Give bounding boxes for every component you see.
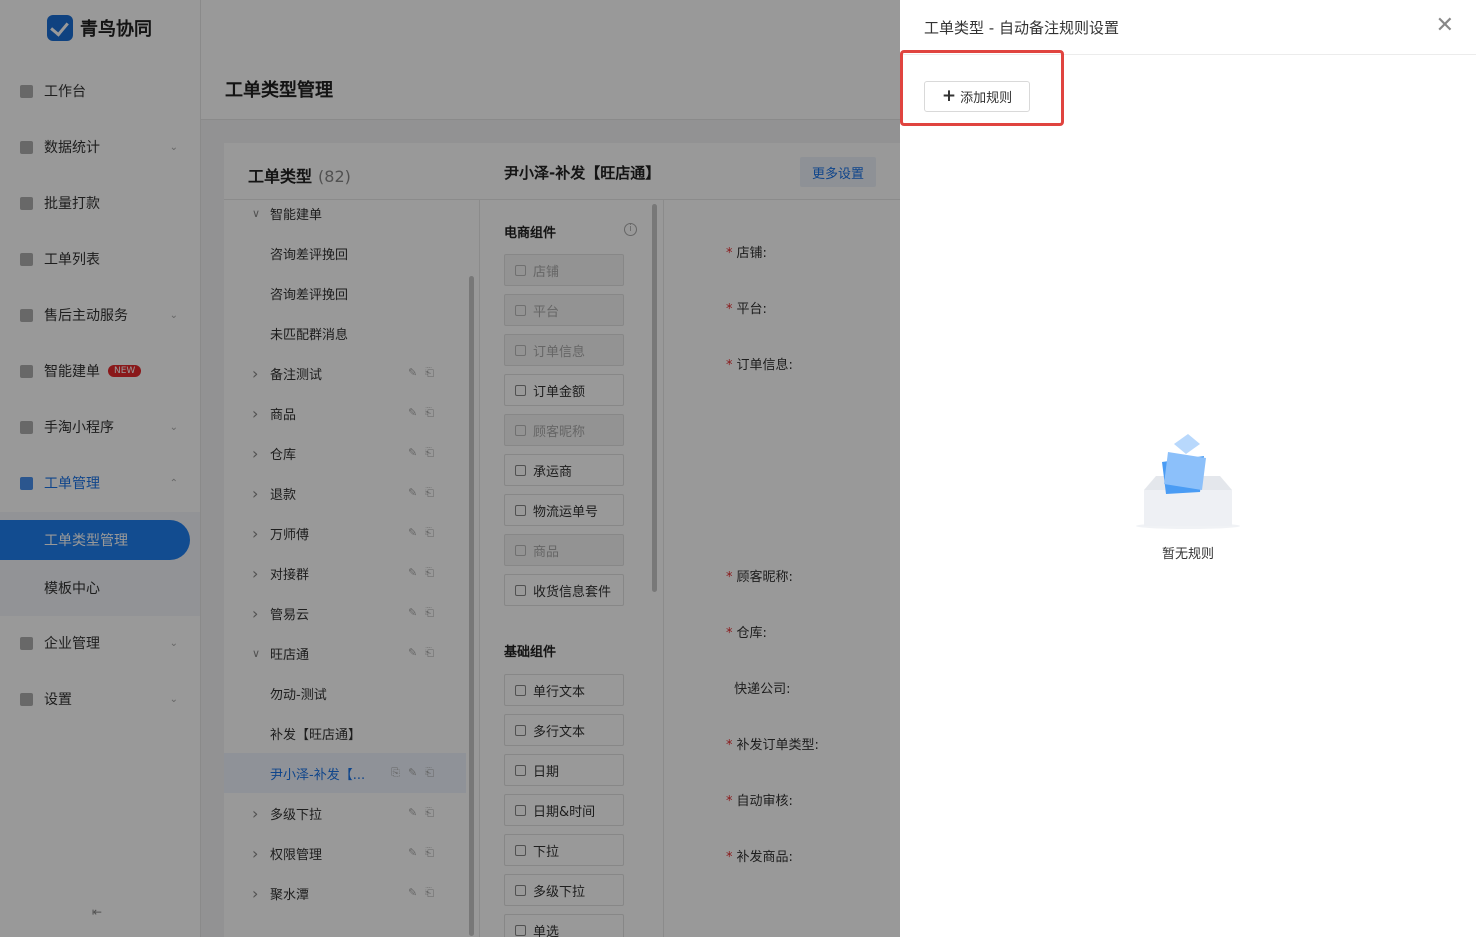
add-rule-button[interactable]: + 添加规则: [924, 81, 1030, 112]
modal-overlay[interactable]: [0, 0, 900, 937]
close-icon[interactable]: ✕: [1436, 13, 1454, 39]
empty-box-icon: [1136, 432, 1240, 532]
plus-icon: +: [941, 86, 957, 106]
empty-state-text: 暂无规则: [1161, 547, 1214, 562]
drawer-header: 工单类型 - 自动备注规则设置 ✕: [900, 0, 1476, 55]
drawer-title: 工单类型 - 自动备注规则设置: [924, 19, 1119, 37]
auto-note-rule-drawer: 工单类型 - 自动备注规则设置 ✕ + 添加规则 暂无规则: [900, 0, 1476, 937]
